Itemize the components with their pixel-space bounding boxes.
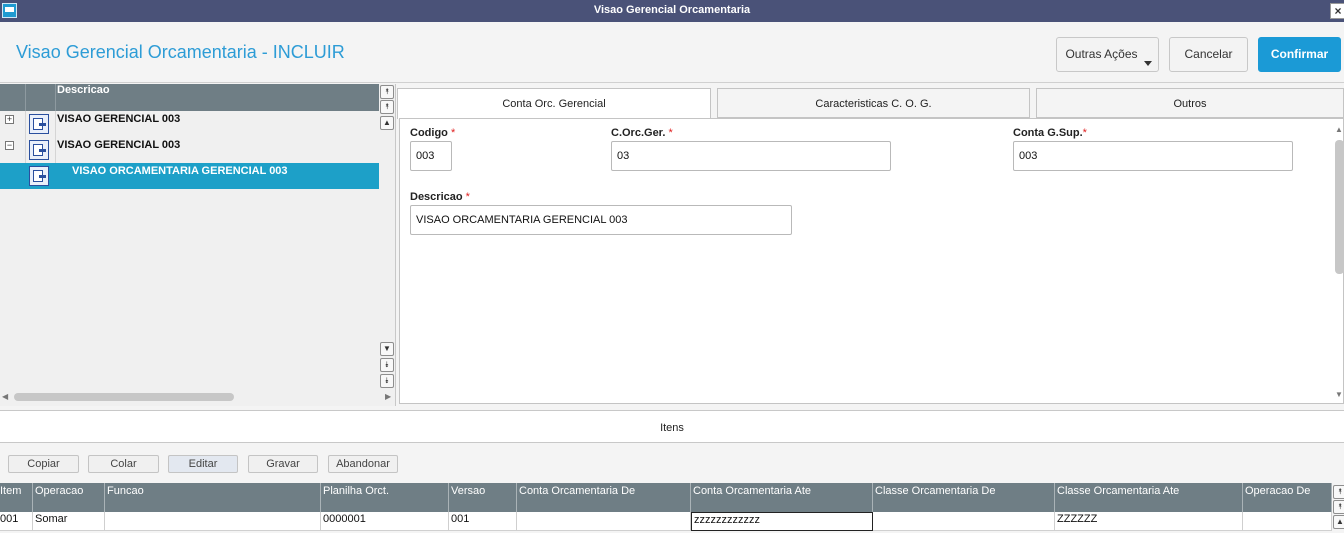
cell-classe-ate[interactable]: ZZZZZZ <box>1055 512 1243 531</box>
cell-conta-ate[interactable]: zzzzzzzzzzzz <box>691 512 873 531</box>
cell-operacao-de[interactable] <box>1243 512 1332 531</box>
collapse-icon[interactable]: − <box>5 141 14 150</box>
page-title: Visao Gerencial Orcamentaria - INCLUIR <box>16 42 345 62</box>
cell-funcao[interactable] <box>105 512 321 531</box>
scroll-down-icon[interactable]: ▼ <box>380 342 394 356</box>
other-actions-button[interactable]: Outras Ações <box>1056 37 1159 72</box>
copy-button[interactable]: Copiar <box>8 455 79 473</box>
scroll-bottom-icon[interactable]: ⯯ <box>380 374 394 388</box>
tree-header-cell <box>0 84 26 111</box>
conta-sup-input[interactable]: 003 <box>1013 141 1293 171</box>
scroll-top-icon[interactable]: ⯭ <box>380 85 394 99</box>
tree-node-selected[interactable]: VISAO ORCAMENTARIA GERENCIAL 003 <box>0 163 379 189</box>
column-header-funcao[interactable]: Funcao <box>105 483 321 512</box>
column-header-conta-de[interactable]: Conta Orcamentaria De <box>517 483 691 512</box>
tab-bar: Conta Orc. Gerencial Caracteristicas C. … <box>397 88 1344 119</box>
tree-header-cell <box>26 84 56 111</box>
tab-caracteristicas[interactable]: Caracteristicas C. O. G. <box>717 88 1030 118</box>
column-header-planilha[interactable]: Planilha Orct. <box>321 483 449 512</box>
scroll-top-icon[interactable]: ⯭ <box>1333 485 1344 499</box>
app-window: Visao Gerencial Orcamentaria × Visao Ger… <box>0 0 1344 533</box>
tree-node-label: VISAO GERENCIAL 003 <box>57 113 181 125</box>
form-scrollbar-thumb[interactable] <box>1335 140 1344 274</box>
tree-node[interactable]: − VISAO GERENCIAL 003 <box>0 137 379 163</box>
scroll-down-icon[interactable]: ▼ <box>1335 390 1343 399</box>
tree-panel: Descricao + VISAO GERENCIAL 003 − VISAO … <box>0 84 396 406</box>
cell-versao[interactable]: 001 <box>449 512 517 531</box>
expand-icon[interactable]: + <box>5 115 14 124</box>
cell-item[interactable]: 001 <box>0 512 33 531</box>
tree-column-header: Descricao <box>57 84 110 96</box>
tree-node-icon <box>29 114 49 134</box>
codigo-input[interactable]: 003 <box>410 141 452 171</box>
other-actions-label: Outras Ações <box>1065 47 1138 61</box>
items-grid-header: Item Operacao Funcao Planilha Orct. Vers… <box>0 483 1332 512</box>
descricao-label: Descricao * <box>410 191 470 203</box>
save-button[interactable]: Gravar <box>248 455 318 473</box>
confirm-button[interactable]: Confirmar <box>1258 37 1341 72</box>
column-header-operacao-de[interactable]: Operacao De <box>1243 483 1332 512</box>
tree-node-label: VISAO GERENCIAL 003 <box>57 139 181 151</box>
conta-sup-label: Conta G.Sup.* <box>1013 127 1087 139</box>
horizontal-scrollbar-thumb[interactable] <box>14 393 234 401</box>
tree-node-label: VISAO ORCAMENTARIA GERENCIAL 003 <box>72 165 288 177</box>
window-title: Visao Gerencial Orcamentaria <box>593 4 751 16</box>
title-bar: Visao Gerencial Orcamentaria × <box>0 0 1344 22</box>
tab-conta-orc-gerencial[interactable]: Conta Orc. Gerencial <box>397 88 711 119</box>
scroll-up-icon[interactable]: ▲ <box>1335 125 1343 134</box>
items-section-header: Itens <box>0 410 1344 443</box>
page-header: Visao Gerencial Orcamentaria - INCLUIR O… <box>0 22 1344 83</box>
abandon-button[interactable]: Abandonar <box>328 455 398 473</box>
tree-node[interactable]: + VISAO GERENCIAL 003 <box>0 111 379 137</box>
column-header-classe-de[interactable]: Classe Orcamentaria De <box>873 483 1055 512</box>
scroll-up-icon[interactable]: ▲ <box>1333 515 1344 529</box>
column-header-item[interactable]: Item <box>0 483 33 512</box>
scroll-right-icon[interactable]: ▶ <box>385 392 391 401</box>
cell-operacao[interactable]: Somar <box>33 512 105 531</box>
cancel-button[interactable]: Cancelar <box>1169 37 1248 72</box>
cell-planilha[interactable]: 0000001 <box>321 512 449 531</box>
paste-button[interactable]: Colar <box>88 455 159 473</box>
column-header-operacao[interactable]: Operacao <box>33 483 105 512</box>
scroll-left-icon[interactable]: ◀ <box>2 392 8 401</box>
tree-header: Descricao <box>0 84 379 111</box>
tree-node-icon <box>29 140 49 160</box>
corcger-label: C.Orc.Ger. * <box>611 127 673 139</box>
edit-button[interactable]: Editar <box>168 455 238 473</box>
close-window-button[interactable]: × <box>1330 3 1344 19</box>
cell-classe-de[interactable] <box>873 512 1055 531</box>
cell-conta-de[interactable] <box>517 512 691 531</box>
chevron-down-icon <box>1144 61 1152 66</box>
items-section-label: Itens <box>660 422 684 434</box>
scroll-up-icon[interactable]: ▲ <box>380 116 394 130</box>
column-header-versao[interactable]: Versao <box>449 483 517 512</box>
codigo-label: Codigo * <box>410 127 456 139</box>
scroll-page-up-icon[interactable]: ⯭ <box>1333 500 1344 514</box>
tree-node-icon <box>29 166 49 186</box>
column-header-conta-ate[interactable]: Conta Orcamentaria Ate <box>691 483 873 512</box>
tab-outros[interactable]: Outros <box>1036 88 1344 118</box>
scroll-page-up-icon[interactable]: ⯭ <box>380 100 394 114</box>
corcger-input[interactable]: 03 <box>611 141 891 171</box>
column-header-classe-ate[interactable]: Classe Orcamentaria Ate <box>1055 483 1243 512</box>
table-row[interactable]: 001 Somar 0000001 001 zzzzzzzzzzzz ZZZZZ… <box>0 512 1332 531</box>
scroll-page-down-icon[interactable]: ⯯ <box>380 358 394 372</box>
descricao-input[interactable]: VISAO ORCAMENTARIA GERENCIAL 003 <box>410 205 792 235</box>
